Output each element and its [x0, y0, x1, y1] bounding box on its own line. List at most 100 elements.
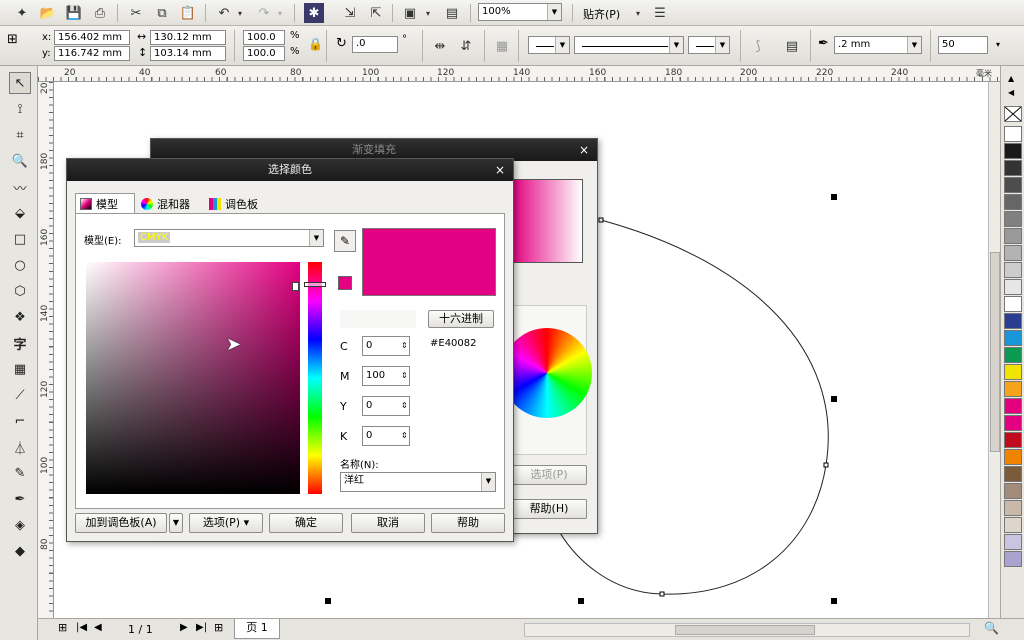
selection-handle[interactable] — [325, 598, 331, 604]
horizontal-ruler[interactable]: 20 40 60 80 100 120 140 160 180 200 220 … — [38, 66, 1000, 82]
color-field[interactable] — [86, 262, 300, 494]
redo-icon[interactable]: ↷ — [254, 3, 274, 23]
add-page-after-icon[interactable]: ⊞ — [214, 621, 223, 634]
selection-handle[interactable] — [831, 396, 837, 402]
horizontal-scrollbar[interactable] — [524, 623, 970, 637]
export-icon[interactable]: ⇱ — [366, 3, 386, 23]
palette-swatch[interactable] — [1004, 177, 1022, 193]
help-button[interactable]: 帮助 — [431, 513, 505, 533]
hex-format-button[interactable]: 十六进制 — [428, 310, 494, 328]
palette-swatch[interactable] — [1004, 296, 1022, 312]
interactive-fill-tool-icon[interactable]: ◆ — [9, 540, 31, 562]
dimension-tool-icon[interactable]: ⟋ — [9, 384, 31, 406]
eyedropper-icon[interactable]: ✎ — [334, 230, 356, 252]
print-icon[interactable]: ⎙ — [90, 3, 110, 23]
launcher-dropdown-icon[interactable]: ▾ — [422, 3, 434, 23]
connector-tool-icon[interactable]: ⌐ — [9, 410, 31, 432]
convert-to-curve-icon[interactable]: ▦ — [492, 36, 512, 56]
open-icon[interactable]: 📂 — [38, 3, 58, 23]
smart-fill-tool-icon[interactable]: ⬙ — [9, 202, 31, 224]
x-position-field[interactable]: 156.402 mm — [54, 30, 130, 45]
palette-swatch[interactable] — [1004, 262, 1022, 278]
vertical-scrollbar[interactable] — [988, 82, 1000, 618]
color-field-marker[interactable] — [292, 282, 299, 291]
palette-swatch[interactable] — [1004, 551, 1022, 567]
fill-tool-icon[interactable]: ◈ — [9, 514, 31, 536]
freehand-tool-icon[interactable]: 〰 — [9, 176, 31, 198]
mirror-vertical-icon[interactable]: ⇵ — [456, 36, 476, 56]
ellipse-tool-icon[interactable]: ○ — [9, 254, 31, 276]
color-name-select[interactable]: 洋红 ▼ — [340, 472, 496, 492]
new-document-icon[interactable]: ✦ — [12, 3, 32, 23]
undo-icon[interactable]: ↶ — [214, 3, 234, 23]
add-to-palette-button[interactable]: 加到调色板(A) — [75, 513, 167, 533]
text-tool-icon[interactable]: 字 — [9, 332, 31, 354]
hue-slider-handle[interactable] — [304, 282, 326, 287]
color-model-select[interactable]: CMYK ▼ — [134, 229, 324, 247]
palette-swatch[interactable] — [1004, 194, 1022, 210]
palette-swatch[interactable] — [1004, 228, 1022, 244]
options-icon[interactable]: ☰ — [650, 3, 670, 23]
object-origin-icon[interactable]: ⊞ — [7, 32, 27, 52]
scale-x-field[interactable]: 100.0 — [243, 30, 285, 45]
scale-y-field[interactable]: 100.0 — [243, 46, 285, 61]
vertical-ruler[interactable]: 200 180 160 140 120 100 80 — [38, 82, 54, 618]
palette-swatch[interactable] — [1004, 330, 1022, 346]
cut-icon[interactable]: ✂ — [126, 3, 146, 23]
curve-node[interactable] — [823, 462, 829, 468]
curve-node[interactable] — [598, 217, 604, 223]
palette-swatch[interactable] — [1004, 500, 1022, 516]
palette-swatch[interactable] — [1004, 245, 1022, 261]
chevron-down-icon[interactable]: ▾ — [996, 40, 1000, 49]
pick-tool-icon[interactable]: ↖ — [9, 72, 31, 94]
cancel-button[interactable]: 取消 — [351, 513, 425, 533]
palette-swatch[interactable] — [1004, 143, 1022, 159]
palette-swatch[interactable] — [1004, 313, 1022, 329]
lock-ratio-icon[interactable]: 🔒 — [308, 37, 323, 51]
copy-icon[interactable]: ⧉ — [152, 3, 172, 23]
palette-swatch[interactable] — [1004, 466, 1022, 482]
palette-swatch[interactable] — [1004, 279, 1022, 295]
page-tab[interactable]: 页 1 — [234, 619, 280, 639]
palette-swatch[interactable] — [1004, 517, 1022, 533]
basic-shapes-tool-icon[interactable]: ❖ — [9, 306, 31, 328]
last-page-icon[interactable]: ▶| — [196, 622, 207, 633]
add-page-icon[interactable]: ⊞ — [58, 621, 67, 634]
spinner-icon[interactable]: ⇕ — [401, 370, 408, 382]
paste-icon[interactable]: 📋 — [178, 3, 198, 23]
palette-swatch[interactable] — [1004, 126, 1022, 142]
tab-palette[interactable]: 调色板 — [205, 195, 275, 213]
tab-model[interactable]: 模型 — [75, 193, 135, 213]
palette-swatch[interactable] — [1004, 364, 1022, 380]
palette-swatch[interactable] — [1004, 398, 1022, 414]
mirror-horizontal-icon[interactable]: ⇹ — [430, 36, 450, 56]
cyan-field[interactable]: 0 ⇕ — [362, 336, 410, 356]
eyedropper-tool-icon[interactable]: ✎ — [9, 462, 31, 484]
rectangle-tool-icon[interactable]: □ — [9, 228, 31, 250]
add-palette-dropdown-icon[interactable]: ▼ — [169, 513, 183, 533]
snap-dropdown-icon[interactable]: ▾ — [632, 3, 644, 23]
outline-style-select[interactable]: ▼ — [574, 36, 684, 54]
tab-mixer[interactable]: 混和器 — [137, 195, 203, 213]
fountain-options-button[interactable]: 选项(P) — [511, 465, 587, 485]
palette-swatch[interactable] — [1004, 415, 1022, 431]
selection-handle[interactable] — [831, 194, 837, 200]
zoom-navigator-icon[interactable]: 🔍 — [984, 621, 999, 635]
selection-handle[interactable] — [578, 598, 584, 604]
undo-dropdown-icon[interactable]: ▾ — [234, 3, 246, 23]
color-wheel[interactable] — [502, 328, 592, 418]
palette-swatch[interactable] — [1004, 534, 1022, 550]
scrollbar-thumb[interactable] — [990, 252, 1000, 452]
snap-to-menu[interactable]: 贴齐(P) — [583, 6, 620, 22]
spinner-icon[interactable]: ⇕ — [401, 430, 408, 442]
options-button[interactable]: 选项(P) ▾ — [189, 513, 263, 533]
shape-tool-icon[interactable]: ⟟ — [9, 98, 31, 120]
black-field[interactable]: 0 ⇕ — [362, 426, 410, 446]
start-arrow-select[interactable]: ▼ — [528, 36, 570, 54]
welcome-screen-icon[interactable]: ▤ — [442, 3, 462, 23]
palette-scroll-up-icon[interactable]: ▲ — [1008, 74, 1014, 83]
height-field[interactable]: 103.14 mm — [150, 46, 226, 61]
palette-swatch[interactable] — [1004, 211, 1022, 227]
hue-slider[interactable] — [308, 262, 322, 494]
previous-page-icon[interactable]: ◀ — [94, 622, 102, 633]
